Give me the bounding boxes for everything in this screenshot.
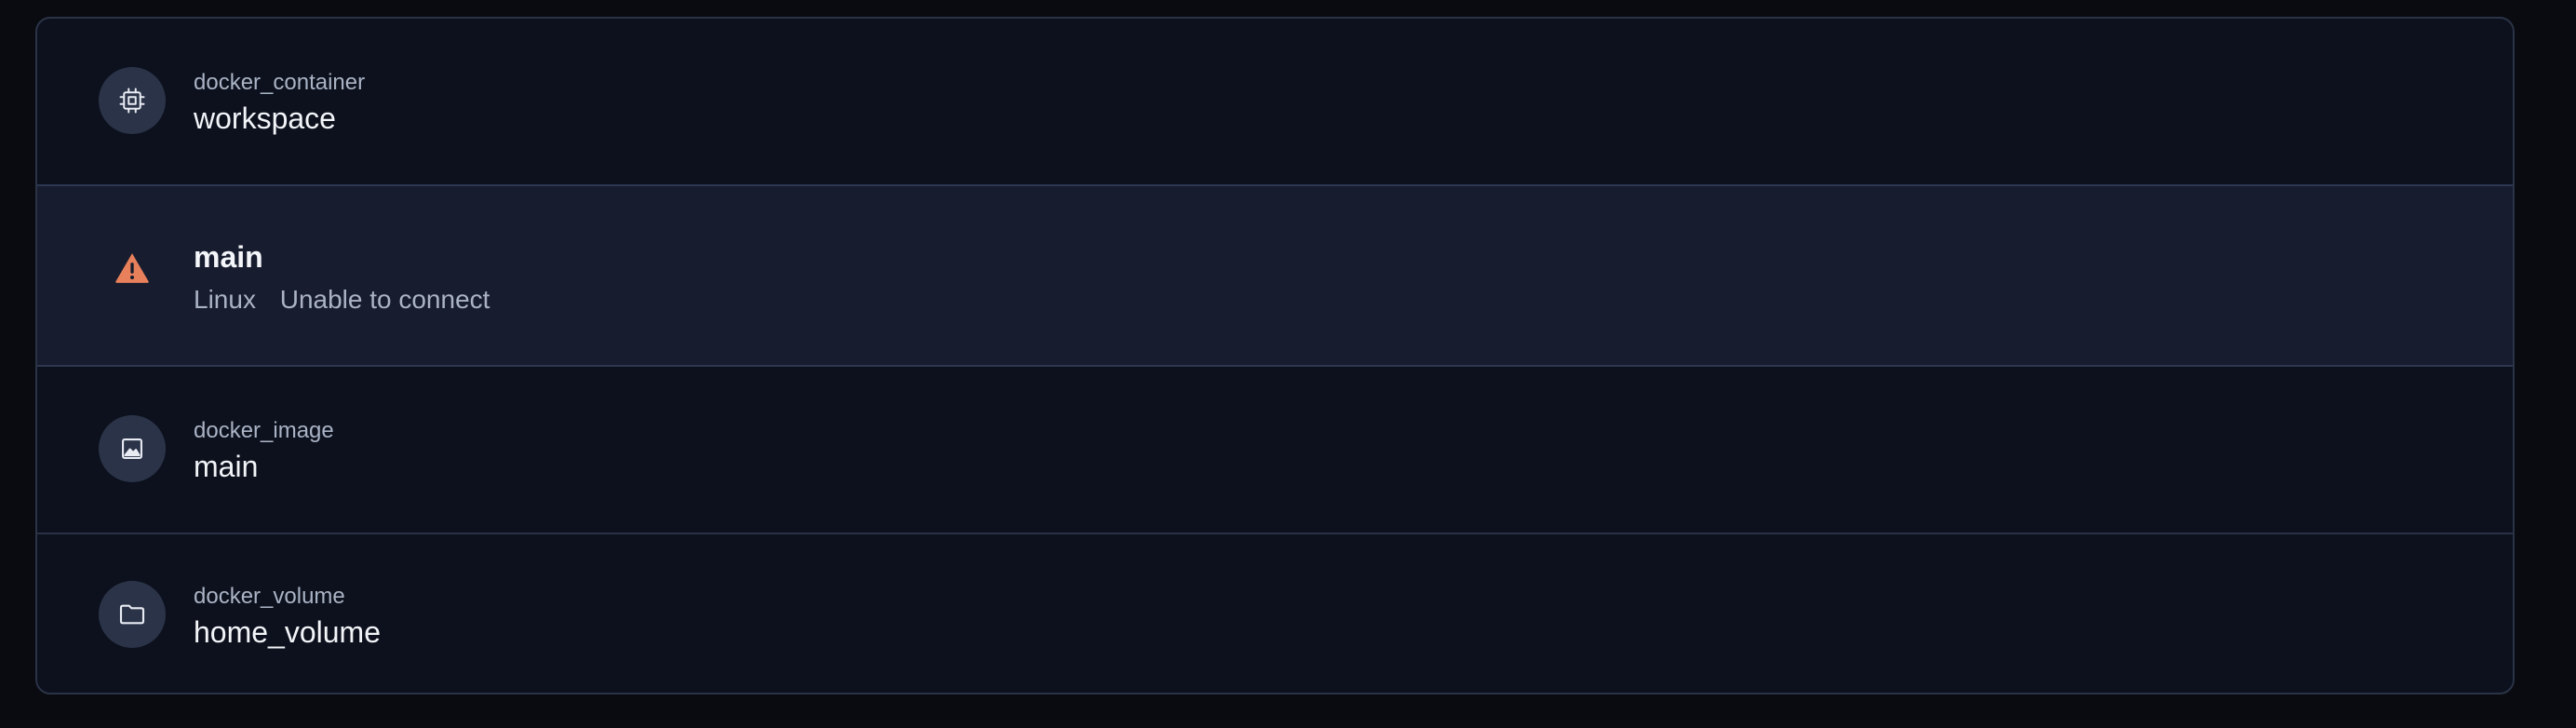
resource-text: docker_image main	[194, 417, 334, 486]
resource-row-docker-image[interactable]: docker_image main	[37, 367, 2513, 533]
resource-list-panel: docker_container workspace main Linux Un…	[35, 17, 2515, 694]
resource-type-label: docker_image	[194, 418, 334, 443]
image-icon	[99, 415, 166, 482]
resource-name: main	[194, 450, 259, 483]
resource-text: main Linux Unable to connect	[194, 238, 490, 317]
resource-row-docker-volume[interactable]: docker_volume home_volume	[37, 533, 2513, 693]
resource-name: workspace	[194, 101, 336, 135]
host-name: main	[194, 240, 263, 274]
resource-type-label: docker_volume	[194, 584, 345, 609]
resource-text: docker_container workspace	[194, 69, 365, 138]
resource-row-main-host[interactable]: main Linux Unable to connect	[37, 184, 2513, 367]
folder-icon	[99, 581, 166, 648]
host-status-line: Linux Unable to connect	[194, 283, 490, 317]
resource-name: home_volume	[194, 615, 381, 649]
resource-type-label: docker_container	[194, 70, 366, 95]
host-os: Linux	[194, 285, 256, 314]
warning-icon	[115, 253, 149, 283]
resource-text: docker_volume home_volume	[194, 583, 381, 652]
resource-row-docker-container[interactable]: docker_container workspace	[37, 19, 2513, 184]
cpu-icon	[99, 67, 166, 134]
host-status: Unable to connect	[279, 285, 490, 314]
